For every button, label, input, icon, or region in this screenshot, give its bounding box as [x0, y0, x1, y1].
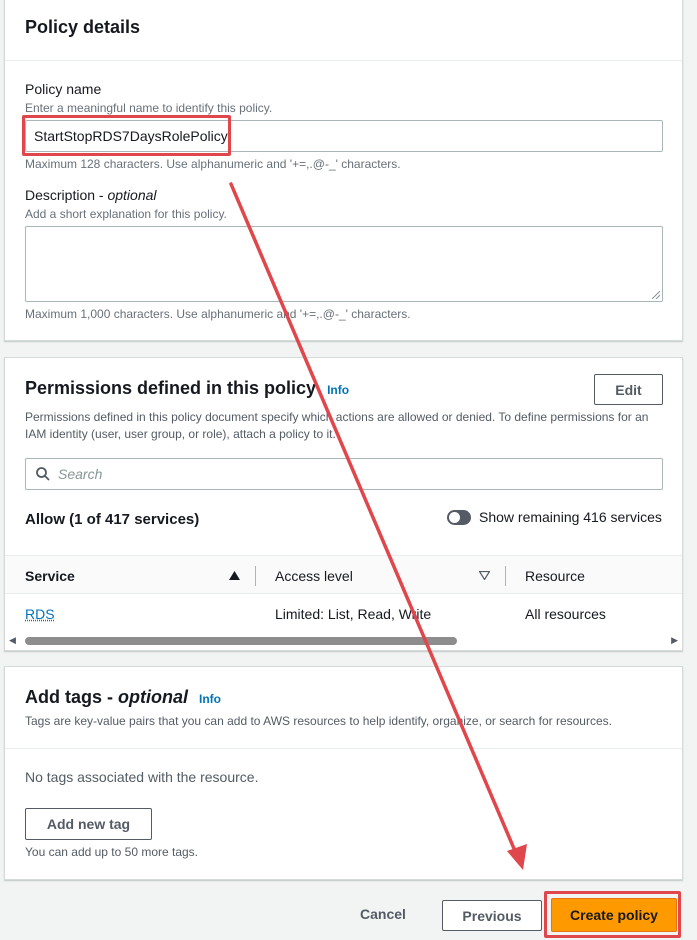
edit-button[interactable]: Edit — [594, 374, 663, 405]
table-row: RDS Limited: List, Read, Write All resou… — [5, 594, 682, 634]
permissions-description-line1: Permissions defined in this policy docum… — [25, 410, 649, 424]
policy-name-constraint: Maximum 128 characters. Use alphanumeric… — [25, 157, 401, 171]
column-divider[interactable] — [505, 566, 506, 586]
services-table: Service Access level Resource RDS Limite… — [5, 555, 682, 652]
permissions-search-input[interactable]: Search — [25, 458, 663, 490]
show-remaining-toggle[interactable]: Show remaining 416 services — [447, 509, 662, 525]
resize-handle-icon[interactable] — [652, 291, 660, 299]
policy-details-panel: Policy details Policy name Enter a meani… — [4, 0, 683, 341]
scrollbar-thumb[interactable] — [25, 637, 457, 645]
search-placeholder: Search — [58, 466, 103, 482]
tags-title: Add tags - optional Info — [25, 687, 222, 707]
create-policy-button[interactable]: Create policy — [551, 898, 677, 932]
divider — [5, 748, 682, 749]
cancel-button[interactable]: Cancel — [360, 906, 406, 922]
policy-details-title: Policy details — [25, 17, 141, 37]
service-link[interactable]: RDS — [25, 606, 55, 622]
policy-name-label: Policy name — [25, 81, 102, 97]
divider — [5, 60, 682, 61]
search-icon — [36, 467, 50, 481]
permissions-info-link[interactable]: Info — [327, 383, 349, 397]
previous-button[interactable]: Previous — [442, 900, 542, 931]
permissions-description-line2: IAM identity (user, user group, or role)… — [25, 427, 336, 441]
policy-name-value: StartStopRDS7DaysRolePolicy — [34, 128, 228, 144]
no-tags-text: No tags associated with the resource. — [25, 769, 259, 785]
description-label: Description - optional — [25, 187, 157, 203]
column-access-level[interactable]: Access level — [275, 568, 353, 584]
horizontal-scrollbar[interactable]: ◀ ▶ — [5, 634, 682, 648]
table-header: Service Access level Resource — [5, 555, 682, 594]
tags-panel: Add tags - optional Info Tags are key-va… — [4, 666, 683, 880]
sort-ascending-icon[interactable] — [229, 571, 240, 580]
scroll-left-icon[interactable]: ◀ — [9, 635, 16, 646]
policy-name-hint: Enter a meaningful name to identify this… — [25, 101, 273, 115]
toggle-label: Show remaining 416 services — [479, 509, 662, 525]
permissions-panel: Permissions defined in this policy Info … — [4, 357, 683, 651]
sort-icon[interactable] — [479, 571, 490, 580]
allow-summary: Allow (1 of 417 services) — [25, 511, 200, 528]
policy-name-input[interactable]: StartStopRDS7DaysRolePolicy — [25, 120, 663, 152]
column-service[interactable]: Service — [25, 568, 75, 584]
permissions-title: Permissions defined in this policy Info — [25, 378, 350, 398]
tags-limit-text: You can add up to 50 more tags. — [25, 845, 199, 859]
tags-info-link[interactable]: Info — [199, 692, 221, 706]
description-hint: Add a short explanation for this policy. — [25, 207, 227, 221]
add-new-tag-button[interactable]: Add new tag — [25, 808, 152, 840]
scroll-right-icon[interactable]: ▶ — [671, 635, 678, 646]
description-textarea[interactable] — [25, 226, 663, 302]
access-level-cell: Limited: List, Read, Write — [275, 606, 432, 622]
tags-description: Tags are key-value pairs that you can ad… — [25, 714, 612, 728]
resource-cell: All resources — [525, 606, 606, 622]
column-divider[interactable] — [255, 566, 256, 586]
description-constraint: Maximum 1,000 characters. Use alphanumer… — [25, 307, 411, 321]
toggle-switch[interactable] — [447, 509, 471, 525]
column-resource[interactable]: Resource — [525, 568, 585, 584]
